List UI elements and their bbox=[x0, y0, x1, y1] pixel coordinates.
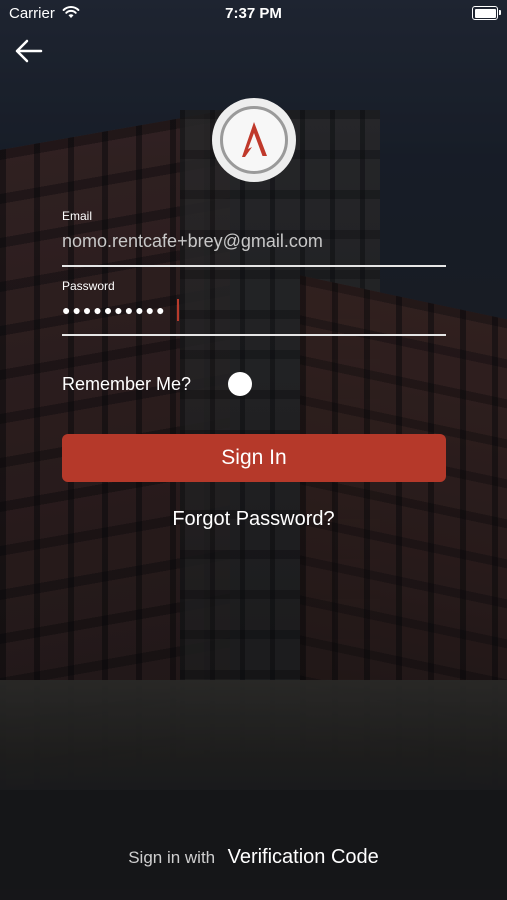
verification-signin: Sign in with Verification Code bbox=[0, 846, 507, 869]
logo-mark-icon bbox=[242, 122, 267, 157]
remember-me-toggle[interactable] bbox=[228, 372, 252, 396]
verification-code-link[interactable]: Verification Code bbox=[228, 846, 379, 868]
logo-ring bbox=[220, 106, 288, 174]
email-field[interactable]: nomo.rentcafe+brey@gmail.com bbox=[62, 231, 446, 252]
remember-me-label: Remember Me? bbox=[62, 374, 192, 394]
email-underline bbox=[62, 265, 446, 267]
password-underline bbox=[62, 334, 446, 336]
forgot-password-link[interactable]: Forgot Password? bbox=[0, 508, 507, 531]
back-button[interactable] bbox=[14, 38, 46, 66]
password-field[interactable]: ●●●●●●●●●● bbox=[62, 302, 167, 318]
clock: 7:37 PM bbox=[225, 5, 282, 22]
battery-icon bbox=[472, 6, 501, 20]
password-label: Password bbox=[62, 279, 115, 293]
status-bar: Carrier 7:37 PM bbox=[0, 0, 507, 28]
text-caret bbox=[177, 299, 179, 321]
email-label: Email bbox=[62, 209, 93, 223]
sign-in-with-label: Sign in with bbox=[128, 848, 216, 867]
arrow-left-icon bbox=[15, 39, 43, 63]
app-logo bbox=[212, 98, 296, 182]
sign-in-button[interactable]: Sign In bbox=[62, 434, 446, 482]
